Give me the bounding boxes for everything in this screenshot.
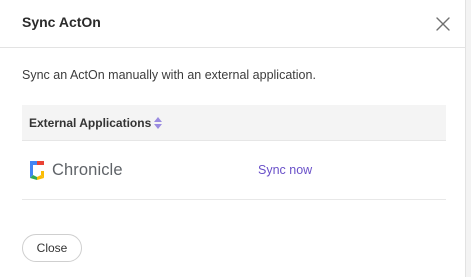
sort-icon[interactable] [153, 116, 163, 130]
dialog-header: Sync ActOn [0, 0, 466, 48]
sync-dialog: Sync ActOn Sync an ActOn manually with a… [0, 0, 466, 277]
external-applications-table: External Applications Chronicle Sync now [22, 105, 446, 200]
chronicle-logo-icon [30, 161, 44, 180]
close-button[interactable]: Close [22, 234, 82, 262]
table-row: Chronicle Sync now [22, 141, 446, 200]
dialog-title: Sync ActOn [22, 14, 101, 30]
chronicle-logo: Chronicle [28, 158, 123, 182]
column-header-external-applications: External Applications [29, 116, 152, 130]
table-header[interactable]: External Applications [22, 105, 446, 141]
dialog-description: Sync an ActOn manually with an external … [22, 68, 316, 82]
close-icon[interactable] [433, 14, 453, 34]
app-name: Chronicle [52, 160, 123, 179]
sync-now-link[interactable]: Sync now [258, 163, 312, 177]
